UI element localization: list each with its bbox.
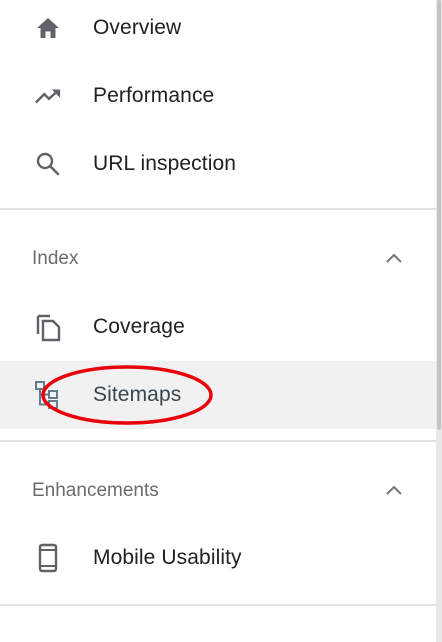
nav-item-url-inspection[interactable]: URL inspection	[0, 130, 436, 198]
trending-up-icon	[34, 82, 62, 110]
nav-item-label: Performance	[93, 84, 215, 107]
nav-item-mobile-usability[interactable]: Mobile Usability	[0, 524, 436, 592]
nav-item-performance[interactable]: Performance	[0, 62, 436, 130]
chevron-up-icon[interactable]	[382, 479, 406, 503]
nav-item-coverage[interactable]: Coverage	[0, 293, 436, 361]
home-icon	[34, 14, 62, 42]
search-icon	[34, 150, 62, 178]
section-title: Index	[32, 248, 79, 269]
section-header-index[interactable]: Index	[0, 228, 436, 290]
sidebar-nav: Overview Performance URL inspection Inde…	[0, 0, 436, 642]
divider	[0, 604, 436, 606]
nav-item-label: Mobile Usability	[93, 546, 242, 569]
nav-item-label: Overview	[93, 16, 182, 39]
nav-item-label: URL inspection	[93, 152, 237, 175]
divider	[0, 440, 436, 442]
smartphone-icon	[34, 543, 62, 573]
divider	[0, 208, 436, 210]
annotation-circle	[41, 365, 213, 425]
nav-item-overview[interactable]: Overview	[0, 0, 436, 62]
scrollbar-track[interactable]	[436, 0, 442, 642]
scrollbar-thumb[interactable]	[437, 0, 441, 430]
nav-item-label: Coverage	[93, 315, 185, 338]
chevron-up-icon[interactable]	[382, 247, 406, 271]
section-title: Enhancements	[32, 480, 159, 501]
section-header-enhancements[interactable]: Enhancements	[0, 460, 436, 522]
file-copy-icon	[34, 313, 62, 342]
